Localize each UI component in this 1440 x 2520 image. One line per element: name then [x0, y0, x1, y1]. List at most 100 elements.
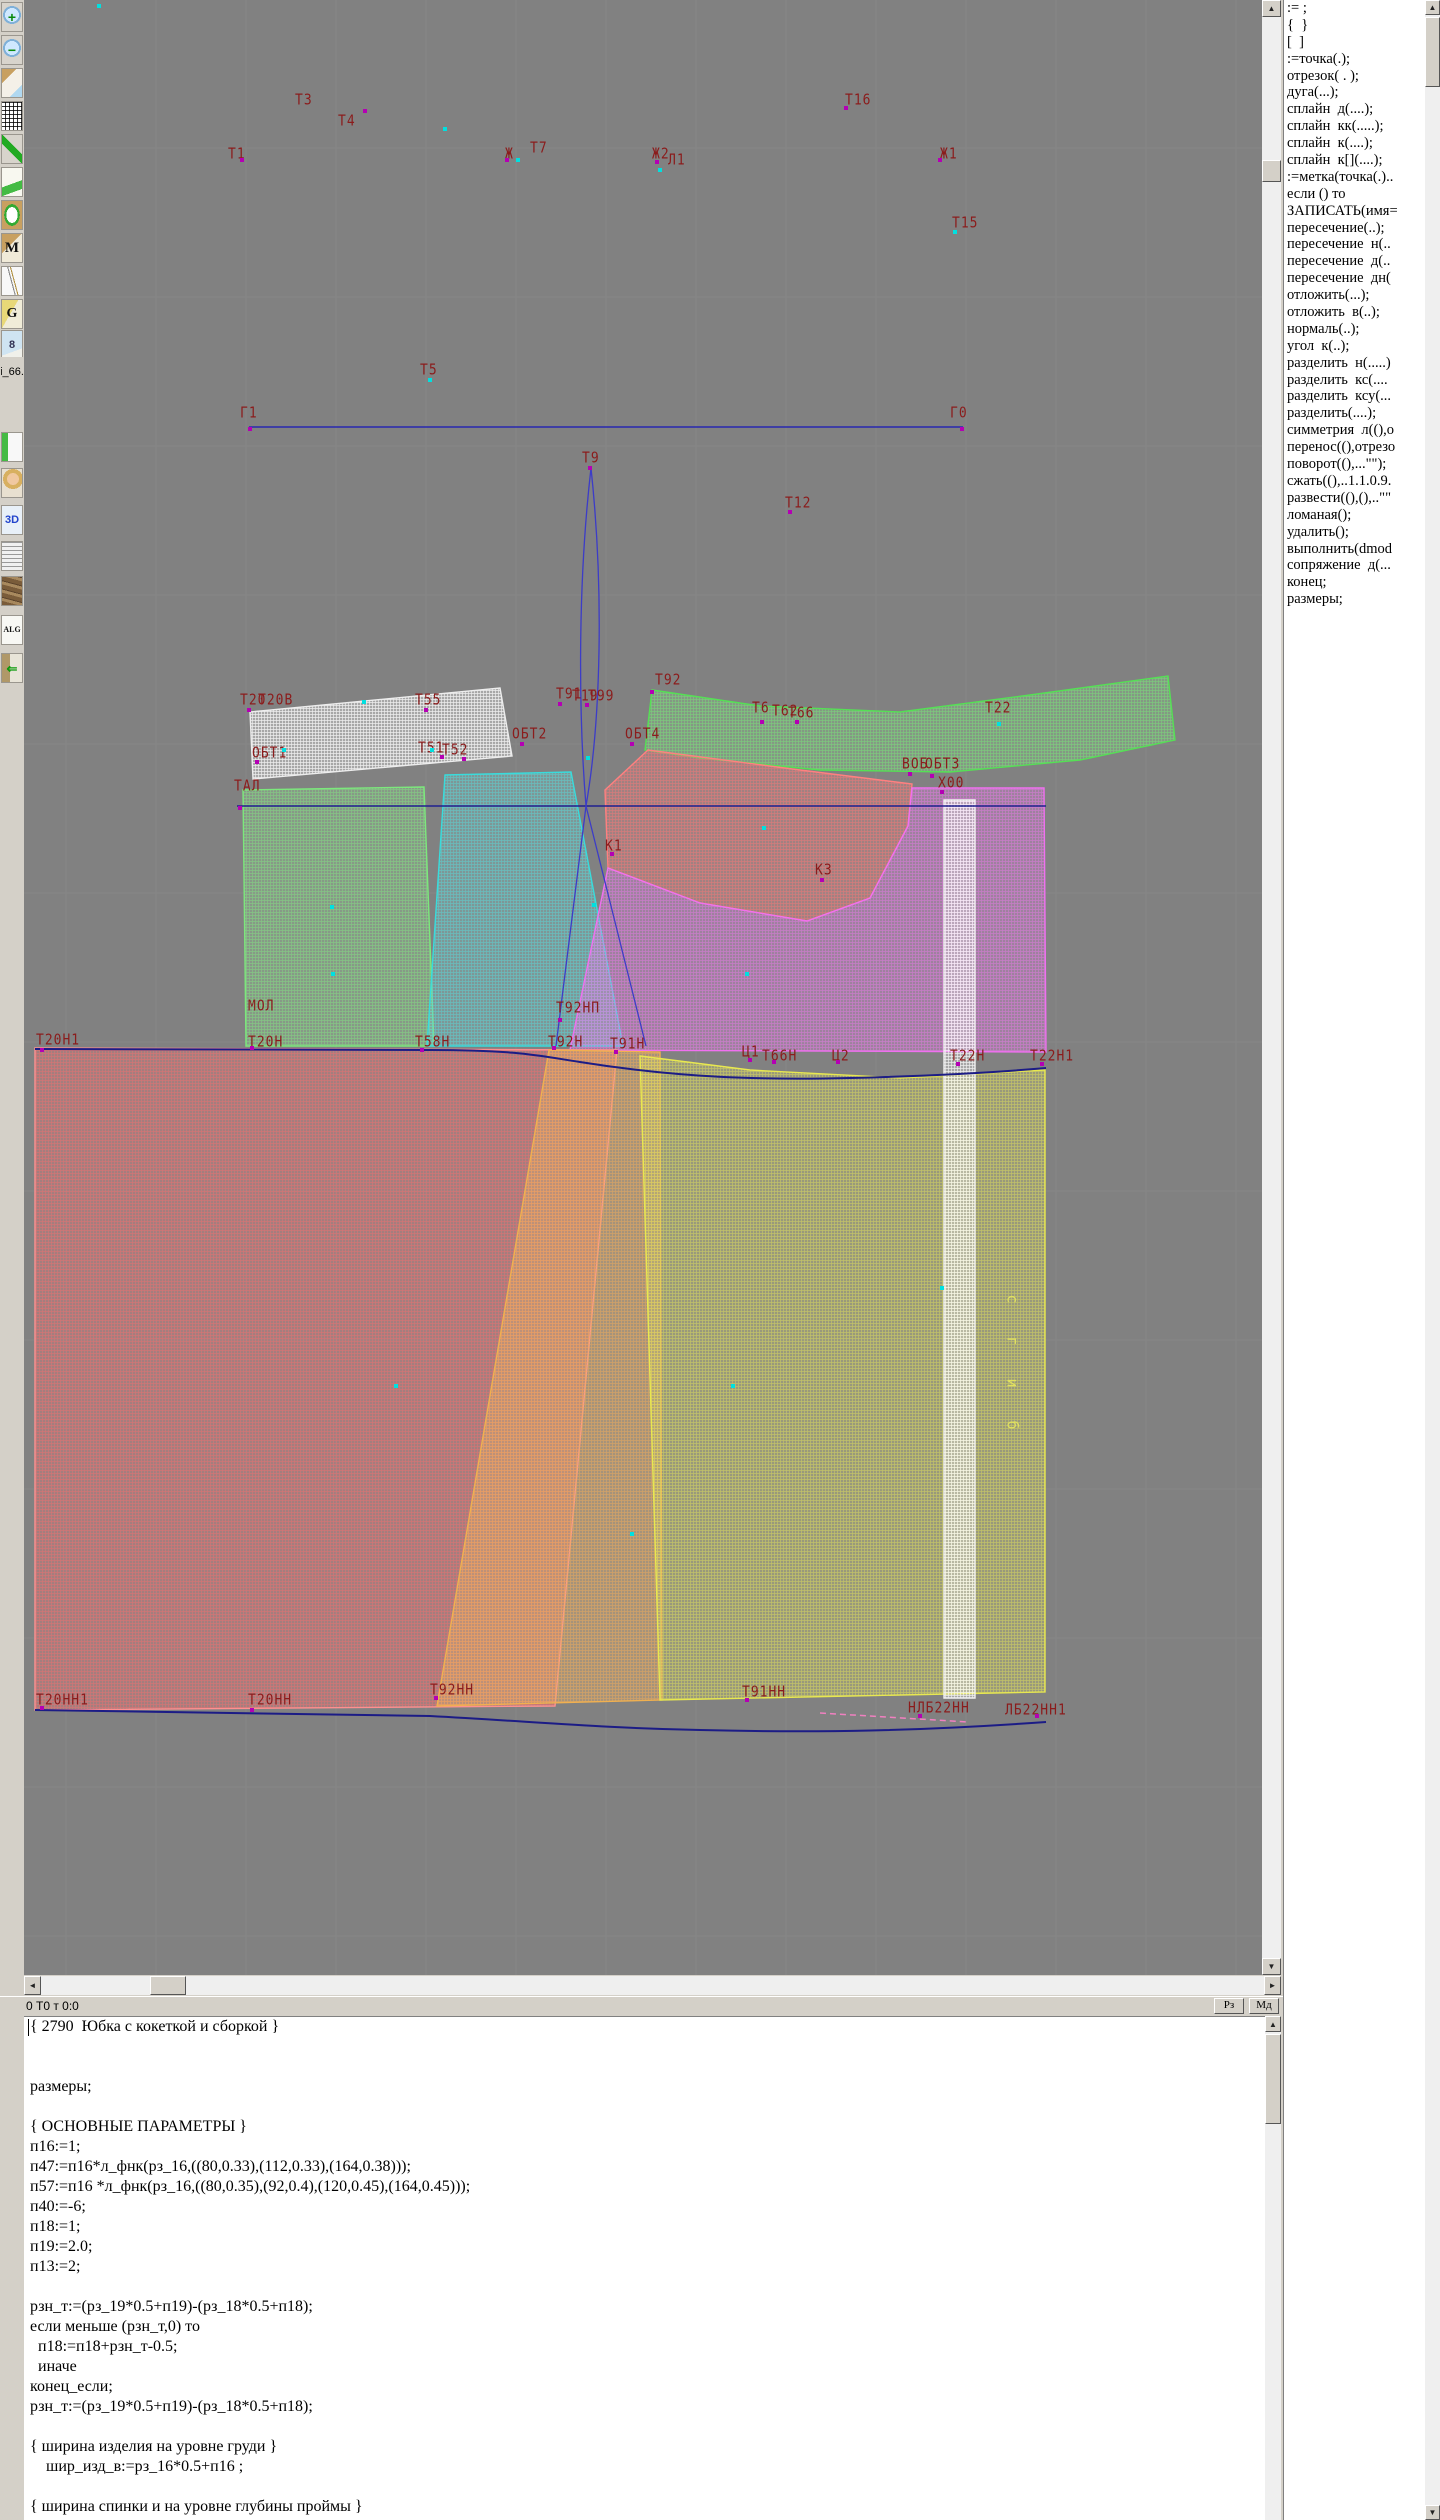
command-item[interactable]: :=метка(точка(.)..: [1284, 169, 1440, 186]
model-doc-icon[interactable]: M: [1, 233, 23, 263]
canvas-vscrollbar[interactable]: ▲ ▼: [1262, 0, 1281, 1975]
command-item[interactable]: разделить н(.....): [1284, 355, 1440, 372]
program-editor[interactable]: { 2790 Юбка с кокеткой и сборкой }размер…: [24, 2016, 1265, 2520]
editor-line[interactable]: [24, 2097, 1265, 2117]
command-item[interactable]: удалить();: [1284, 524, 1440, 541]
editor-line[interactable]: иначе: [24, 2357, 1265, 2377]
command-item[interactable]: := ;: [1284, 0, 1440, 17]
pattern-piece-icon[interactable]: [1, 200, 23, 230]
editor-line[interactable]: п57:=п16 *л_фнк(рз_16,((80,0.35),(92,0.4…: [24, 2177, 1265, 2197]
command-item[interactable]: [ ]: [1284, 34, 1440, 51]
command-item[interactable]: сжать((),..1.1.0.9.: [1284, 473, 1440, 490]
panel-scroll-down-icon[interactable]: ▼: [1425, 2505, 1440, 2520]
editor-scroll-up-icon[interactable]: ▲: [1265, 2016, 1281, 2032]
canvas-hscrollbar[interactable]: ◄ ►: [24, 1976, 1281, 1995]
editor-vscrollbar[interactable]: ▲: [1265, 2016, 1281, 2520]
editor-line[interactable]: п18:=1;: [24, 2217, 1265, 2237]
editor-line[interactable]: [24, 2277, 1265, 2297]
grid-icon[interactable]: [1, 101, 23, 131]
command-item[interactable]: ломаная();: [1284, 507, 1440, 524]
print-preview-icon[interactable]: [1, 68, 23, 98]
editor-line[interactable]: п13:=2;: [24, 2257, 1265, 2277]
editor-line[interactable]: { ОСНОВНЫЕ ПАРАМЕТРЫ }: [24, 2117, 1265, 2137]
zoom-in-icon[interactable]: +: [1, 2, 23, 32]
scroll-down-icon[interactable]: ▼: [1262, 1958, 1281, 1975]
selvage-strip-piece[interactable]: [944, 800, 975, 1698]
command-item[interactable]: ЗАПИСАТЬ(имя=: [1284, 203, 1440, 220]
command-item[interactable]: пересечение н(..: [1284, 236, 1440, 253]
drawing-canvas[interactable]: Т1Т3Т4ЖТ7Ж2Л1Ж1Т16Т15Т5Г1Г0Т9Т12Т20Т20ВТ…: [24, 0, 1262, 1975]
portrait-icon[interactable]: [1, 468, 23, 498]
scroll-up-icon[interactable]: ▲: [1262, 0, 1281, 17]
command-item[interactable]: сплайн кк(.....);: [1284, 118, 1440, 135]
algorithm-icon[interactable]: ALG: [1, 615, 23, 645]
rz-button[interactable]: Рз: [1214, 1998, 1244, 2014]
editor-line[interactable]: конец_если;: [24, 2377, 1265, 2397]
command-item[interactable]: :=точка(.);: [1284, 51, 1440, 68]
gradation-icon[interactable]: G: [1, 299, 23, 329]
command-item[interactable]: пересечение д(..: [1284, 253, 1440, 270]
panel-scroll-up-icon[interactable]: ▲: [1425, 0, 1440, 15]
vscroll-thumb[interactable]: [1262, 160, 1281, 182]
command-item[interactable]: отложить в(..);: [1284, 304, 1440, 321]
drafting-tools-icon[interactable]: [1, 266, 23, 296]
measure-line-icon[interactable]: [1, 134, 23, 164]
editor-line[interactable]: рзн_т:=(рз_19*0.5+п19)-(рз_18*0.5+п18);: [24, 2297, 1265, 2317]
scroll-left-icon[interactable]: ◄: [24, 1976, 41, 1995]
command-item[interactable]: разделить(....);: [1284, 405, 1440, 422]
command-item[interactable]: нормаль(..);: [1284, 321, 1440, 338]
command-item[interactable]: отрезок( . );: [1284, 68, 1440, 85]
panel-vscrollbar[interactable]: ▲ ▼: [1425, 0, 1440, 2520]
editor-line[interactable]: { ширина изделия на уровне груди }: [24, 2437, 1265, 2457]
command-item[interactable]: поворот((),..."");: [1284, 456, 1440, 473]
command-item[interactable]: развести((),(),.."": [1284, 490, 1440, 507]
editor-line[interactable]: { 2790 Юбка с кокеткой и сборкой }: [24, 2017, 1265, 2037]
waistband-piece[interactable]: [645, 676, 1175, 772]
command-item[interactable]: разделить ксу(...: [1284, 388, 1440, 405]
editor-line[interactable]: [24, 2057, 1265, 2077]
editor-line[interactable]: рзн_т:=(рз_19*0.5+п19)-(рз_18*0.5+п18);: [24, 2397, 1265, 2417]
command-item[interactable]: сплайн д(....);: [1284, 101, 1440, 118]
blueprint-icon[interactable]: 8: [1, 330, 23, 360]
books-icon[interactable]: [1, 576, 23, 606]
editor-line[interactable]: шир_изд_в:=рз_16*0.5+п16 ;: [24, 2457, 1265, 2477]
command-item[interactable]: { }: [1284, 17, 1440, 34]
editor-vscroll-thumb[interactable]: [1265, 2034, 1281, 2124]
command-item[interactable]: угол к(..);: [1284, 338, 1440, 355]
editor-line[interactable]: п40:=-6;: [24, 2197, 1265, 2217]
panel-vscroll-thumb[interactable]: [1425, 17, 1440, 87]
command-item[interactable]: сопряжение д(...: [1284, 557, 1440, 574]
command-item[interactable]: сплайн к(....);: [1284, 135, 1440, 152]
yoke-back-piece[interactable]: [250, 688, 512, 779]
scroll-right-icon[interactable]: ►: [1264, 1976, 1281, 1995]
command-item[interactable]: размеры;: [1284, 591, 1440, 608]
editor-line[interactable]: [24, 2477, 1265, 2497]
zoom-out-icon[interactable]: −: [1, 35, 23, 65]
list-icon[interactable]: [1, 541, 23, 571]
back-skirt-fold-piece[interactable]: [640, 1056, 1045, 1700]
exit-icon[interactable]: ⇐: [1, 653, 23, 683]
size-table-icon[interactable]: [1, 432, 23, 462]
file-label[interactable]: i_66.: [1, 357, 23, 387]
map-icon[interactable]: [1, 167, 23, 197]
command-item[interactable]: перенос((),отрезо: [1284, 439, 1440, 456]
command-item[interactable]: если () то: [1284, 186, 1440, 203]
editor-line[interactable]: п47:=п16*л_фнк(рз_16,((80,0.33),(112,0.3…: [24, 2157, 1265, 2177]
editor-line[interactable]: [24, 2417, 1265, 2437]
command-item[interactable]: выполнить(dmod: [1284, 541, 1440, 558]
command-item[interactable]: симметрия л((),о: [1284, 422, 1440, 439]
editor-line[interactable]: п18:=п18+рзн_т-0.5;: [24, 2337, 1265, 2357]
threed-icon[interactable]: 3D: [1, 505, 23, 535]
command-item[interactable]: дуга(...);: [1284, 84, 1440, 101]
back-yoke-skirt-piece[interactable]: [243, 787, 434, 1046]
command-item[interactable]: отложить(...);: [1284, 287, 1440, 304]
editor-line[interactable]: п16:=1;: [24, 2137, 1265, 2157]
editor-line[interactable]: п19:=2.0;: [24, 2237, 1265, 2257]
command-item[interactable]: разделить кс(....: [1284, 372, 1440, 389]
editor-line[interactable]: если меньше (рзн_т,0) то: [24, 2317, 1265, 2337]
command-item[interactable]: пересечение дн(: [1284, 270, 1440, 287]
md-button[interactable]: Мд: [1249, 1998, 1279, 2014]
hscroll-thumb[interactable]: [150, 1976, 186, 1995]
editor-line[interactable]: { ширина спинки и на уровне глубины прой…: [24, 2497, 1265, 2517]
command-item[interactable]: сплайн к[](....);: [1284, 152, 1440, 169]
